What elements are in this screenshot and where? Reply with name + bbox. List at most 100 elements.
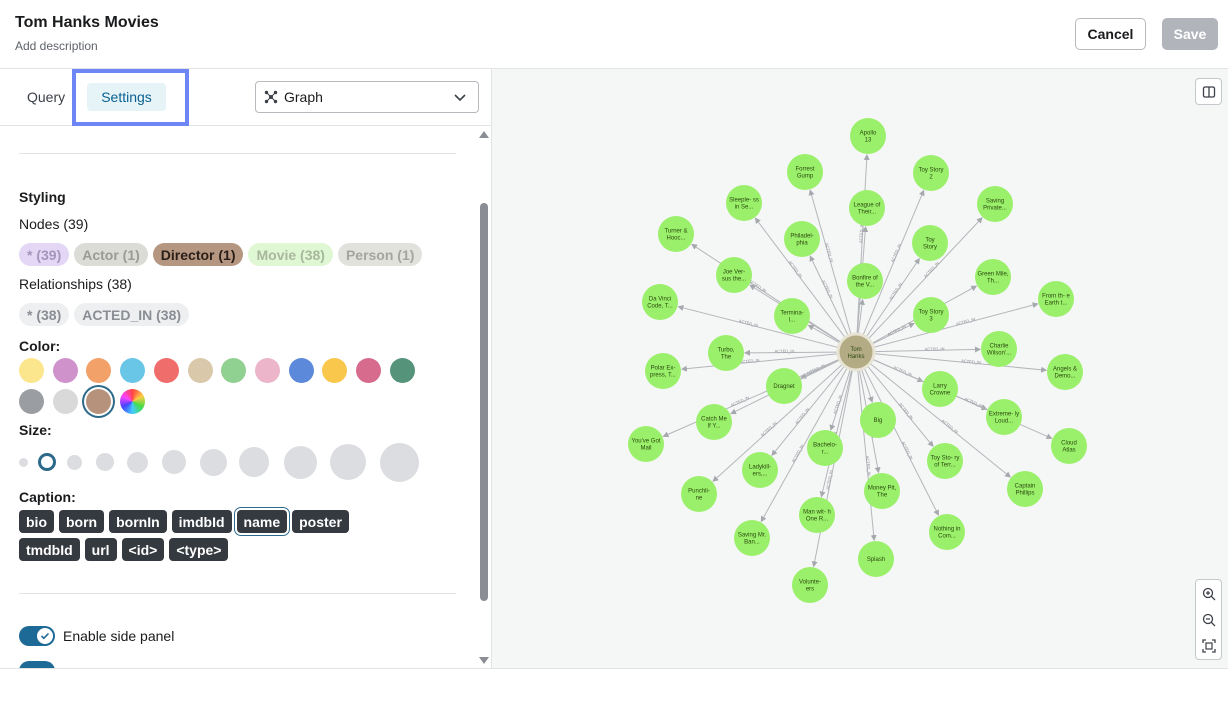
scroll-down-arrow[interactable] (479, 657, 489, 664)
color-swatch[interactable] (19, 358, 44, 383)
size-option[interactable] (162, 450, 186, 474)
caption-options-row-1: bio born bornIn imdbId name poster (19, 510, 349, 533)
caption-option[interactable]: <id> (121, 538, 165, 561)
color-swatch[interactable] (356, 358, 381, 383)
cancel-button[interactable]: Cancel (1075, 18, 1146, 50)
toggle-side-panel-button[interactable] (1195, 78, 1222, 105)
size-option[interactable] (239, 447, 269, 477)
description-field[interactable]: Add description (15, 39, 98, 53)
color-swatch[interactable] (254, 358, 280, 383)
movie-node-label: Hooc... (666, 236, 685, 242)
relationship-edge[interactable] (873, 359, 1053, 440)
movie-node-label: Volunte- (799, 580, 821, 586)
color-swatch[interactable] (153, 358, 179, 383)
color-swatch[interactable] (120, 358, 146, 383)
size-option[interactable] (199, 448, 227, 476)
relationship-label: ACTED_IN (941, 418, 960, 434)
caption-option[interactable]: url (84, 538, 117, 561)
movie-node-label: Man wit- h (803, 510, 831, 516)
size-option[interactable] (38, 453, 56, 471)
size-option[interactable] (330, 444, 366, 480)
graph-icon (264, 90, 278, 104)
node-label-chip[interactable]: * (39) (19, 243, 70, 266)
scroll-up-arrow[interactable] (479, 131, 489, 138)
graph-canvas[interactable]: ACTED_IN ACTED_IN ACTED_IN ACTED_IN ACTED_IN… (492, 69, 1228, 668)
color-label: Color: (19, 338, 61, 354)
size-option[interactable] (126, 451, 148, 473)
relationship-label: ACTED_IN (888, 282, 903, 301)
caption-option[interactable]: bornIn (109, 510, 167, 533)
color-swatch[interactable] (389, 358, 415, 383)
movie-node-label: Earth t... (1045, 301, 1068, 307)
custom-color-picker[interactable] (120, 389, 146, 414)
relationship-edge[interactable] (811, 370, 853, 568)
zoom-out-icon (1202, 613, 1215, 626)
node-label-chip[interactable]: Director (1) (152, 243, 244, 266)
movie-node-label: Story (923, 245, 937, 251)
movie-node-label: Code, T... (647, 304, 673, 310)
color-swatch[interactable] (52, 389, 78, 414)
movie-node-label: Demo... (1054, 374, 1075, 380)
movie-node-label: Loud... (995, 419, 1014, 425)
second-toggle[interactable] (19, 661, 55, 668)
size-option[interactable] (283, 445, 317, 479)
node-label-chip[interactable]: Actor (1) (74, 243, 148, 266)
movie-node-label: ers,... (752, 472, 767, 478)
color-swatch[interactable] (86, 389, 112, 414)
movie-node-label: Com... (938, 534, 956, 540)
color-swatch[interactable] (86, 358, 112, 383)
scrollbar-thumb[interactable] (480, 203, 488, 601)
size-option[interactable] (66, 454, 82, 470)
relationship-type-chip[interactable]: ACTED_IN (38) (74, 303, 190, 326)
relationship-label: ACTED_IN (925, 346, 945, 351)
caption-option[interactable]: imdbId (171, 510, 232, 533)
caption-option[interactable]: name (236, 510, 288, 533)
relationship-edge[interactable] (807, 324, 840, 344)
movie-node-label: Captain (1015, 484, 1036, 490)
side-panel-toggle[interactable] (19, 626, 55, 646)
caption-option[interactable]: tmdbId (19, 538, 80, 561)
zoom-in-button[interactable] (1196, 580, 1221, 607)
zoom-out-button[interactable] (1196, 606, 1221, 633)
color-swatch[interactable] (187, 358, 213, 383)
caption-label: Caption: (19, 489, 76, 505)
node-label-chip[interactable]: Movie (38) (248, 243, 333, 266)
caption-option[interactable]: born (59, 510, 105, 533)
tab-settings[interactable]: Settings (87, 83, 166, 111)
relationships-label: Relationships (38) (19, 276, 132, 292)
caption-option[interactable]: <type> (169, 538, 229, 561)
color-swatch[interactable] (322, 358, 348, 383)
movie-node-label: Their... (858, 210, 877, 216)
relationship-type-chip[interactable]: * (38) (19, 303, 70, 326)
view-type-select[interactable]: Graph (255, 81, 479, 113)
movie-node-label: of Terr... (934, 463, 956, 469)
color-swatch[interactable] (52, 358, 78, 383)
color-swatch[interactable] (221, 358, 247, 383)
relationship-edge[interactable] (662, 359, 839, 438)
relationship-edge[interactable] (677, 305, 838, 348)
size-option[interactable] (96, 453, 114, 471)
movie-node-label: Money Pit, (868, 486, 897, 492)
color-swatch[interactable] (288, 358, 314, 383)
caption-option[interactable]: poster (292, 510, 349, 533)
movie-node-label: Forrest (795, 167, 814, 173)
movie-node-label: Toy Story (918, 310, 943, 316)
size-option[interactable] (379, 442, 419, 482)
movie-node-label: Extreme- ly (989, 412, 1019, 418)
relationship-label: ACTED_IN (790, 444, 804, 464)
page-title[interactable]: Tom Hanks Movies (15, 14, 159, 32)
movie-node-label: Ladykill- (749, 465, 771, 471)
movie-node-label: Nothing in (933, 527, 960, 533)
tab-query[interactable]: Query (27, 89, 65, 105)
color-swatch[interactable] (19, 389, 44, 414)
relationship-label: ACTED_IN (738, 318, 759, 328)
person-node-label: Hanks (847, 354, 864, 360)
graph-visualization[interactable]: ACTED_IN ACTED_IN ACTED_IN ACTED_IN ACTED_IN… (492, 69, 1228, 668)
fit-to-screen-button[interactable] (1196, 632, 1221, 659)
caption-option[interactable]: bio (19, 510, 54, 533)
footer-bar (0, 668, 1228, 703)
size-option[interactable] (18, 457, 28, 467)
relationship-edge[interactable] (691, 243, 841, 343)
save-button[interactable]: Save (1162, 18, 1218, 50)
node-label-chip[interactable]: Person (1) (337, 243, 423, 266)
